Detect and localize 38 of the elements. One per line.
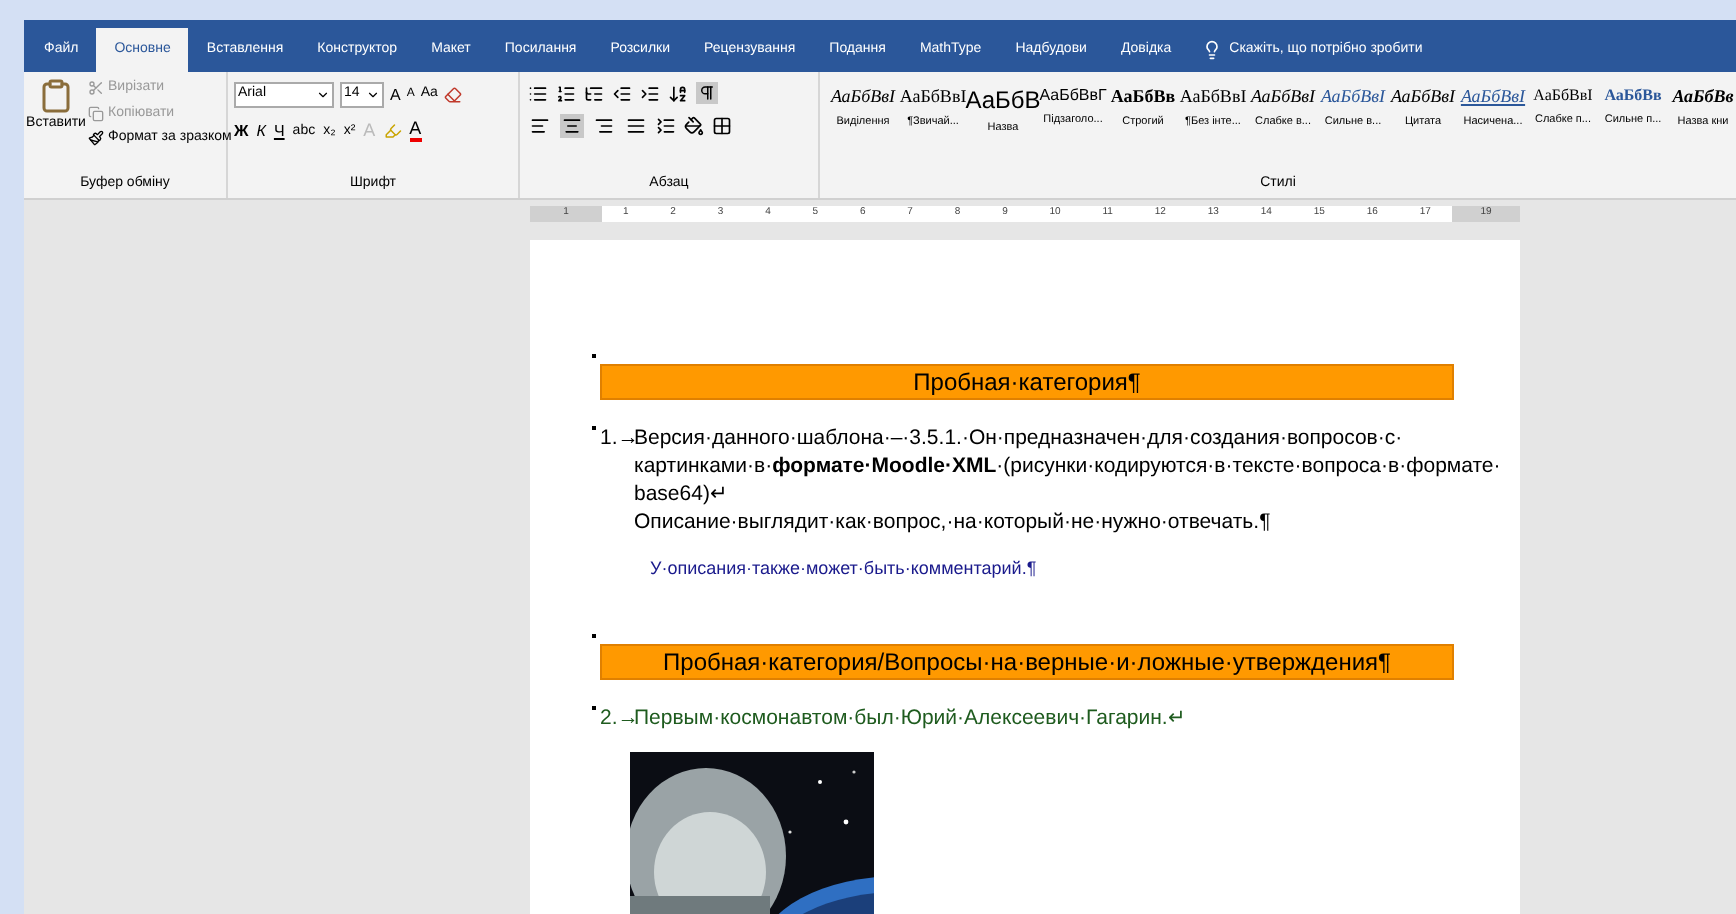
increase-indent-icon[interactable]: [640, 83, 660, 103]
chevron-icon: [316, 88, 330, 102]
comment-text: У·описания·также·может·быть·комментарий.¶: [648, 556, 1039, 582]
decrease-indent-icon[interactable]: [612, 83, 632, 103]
line-spacing-icon[interactable]: [656, 116, 676, 136]
shading-icon[interactable]: [684, 116, 704, 136]
clipboard-icon: [38, 78, 74, 114]
question-text: Описание·выглядит·как·вопрос,·на·который·не·нужно·отвечать.¶: [634, 508, 1273, 536]
align-button[interactable]: [528, 114, 552, 138]
sort-icon[interactable]: [668, 83, 688, 103]
align-button[interactable]: [624, 114, 648, 138]
format-button[interactable]: К: [256, 119, 266, 144]
eraser-icon[interactable]: [443, 86, 462, 104]
question-number: 1.→: [600, 424, 634, 454]
lightbulb-icon: [1201, 40, 1222, 60]
question-text: Первым·космонавтом·был·Юрий·Алексеевич·Гагарин.↵: [634, 703, 1186, 731]
category-heading: Пробная·категория/Вопросы·на·верные·и·ложные·утверждения¶: [600, 643, 1454, 679]
question-number: 2.→: [600, 703, 634, 731]
font-color-button[interactable]: A: [409, 120, 422, 143]
chevron-icon: [366, 88, 380, 102]
grow-font-button[interactable]: A: [390, 83, 401, 107]
copy-icon: [88, 105, 104, 122]
question-text: Версия·данного·шаблона·–·3.5.1.·Он·предназначен·для·создания·вопросов·с·: [634, 424, 1405, 452]
question-text: base64)↵: [634, 480, 730, 508]
align-button[interactable]: [592, 114, 616, 138]
align-button[interactable]: [560, 114, 584, 138]
category-heading: Пробная·категория¶: [600, 364, 1454, 400]
numbered-list-icon[interactable]: [556, 83, 576, 103]
bullet-list-icon[interactable]: [528, 83, 548, 103]
multilevel-list-icon[interactable]: [584, 83, 604, 103]
show-marks-button[interactable]: [696, 82, 718, 104]
paintbrush-icon: [88, 130, 104, 147]
question-text: картинками·в·формате·Moodle·XML·(рисунки·кодируются·в·тексте·вопроса·в·формате·: [634, 452, 1501, 480]
borders-icon[interactable]: [712, 116, 732, 136]
scissors-icon: [88, 80, 104, 97]
pilcrow-icon: [698, 84, 716, 102]
format-button[interactable]: Ч: [273, 119, 285, 144]
format-button[interactable]: Ж: [234, 119, 249, 144]
